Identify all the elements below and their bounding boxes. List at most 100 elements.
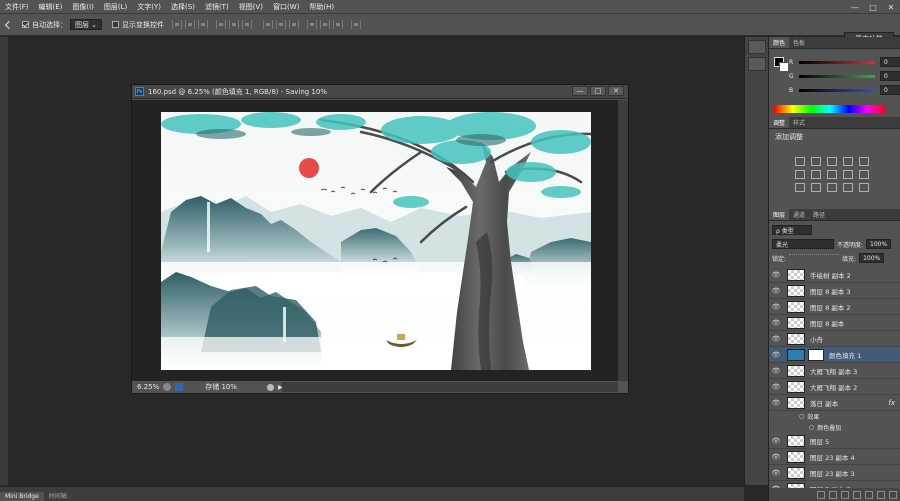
add-mask-icon[interactable] <box>841 490 849 499</box>
background-swatch[interactable] <box>779 62 789 72</box>
layer-row[interactable]: 👁 图层 8 副本 <box>769 315 900 331</box>
fill-input[interactable]: 100% <box>859 253 885 263</box>
blend-mode-dropdown[interactable]: 柔光 <box>772 239 834 249</box>
curves-icon[interactable] <box>827 157 837 166</box>
layer-row[interactable]: 👁 落日 副本 fx <box>769 395 900 411</box>
layer-kind-filter[interactable]: ρ 类型 <box>772 225 812 235</box>
distribute-hcenter-icon[interactable] <box>320 20 330 29</box>
invert-icon[interactable] <box>795 183 805 192</box>
visibility-eye-icon[interactable]: 👁 <box>769 367 783 375</box>
menu-view[interactable]: 视图(V) <box>234 2 268 12</box>
photo-filter-icon[interactable] <box>843 170 853 179</box>
posterize-icon[interactable] <box>811 183 821 192</box>
canvas-area[interactable] <box>132 100 618 382</box>
red-slider[interactable] <box>799 60 875 64</box>
tab-color[interactable]: 颜色 <box>769 37 790 48</box>
maximize-button[interactable]: □ <box>864 0 882 14</box>
tab-layers[interactable]: 图层 <box>769 209 790 220</box>
black-white-icon[interactable] <box>827 170 837 179</box>
show-transform-checkbox[interactable] <box>112 21 119 28</box>
layer-row[interactable]: 👁 手绘树 副本 2 <box>769 267 900 283</box>
effects-row[interactable]: ○ 效果 <box>769 411 900 422</box>
red-value[interactable]: 0 <box>880 57 900 67</box>
tab-paths[interactable]: 路径 <box>809 209 829 220</box>
add-style-icon[interactable] <box>829 490 837 499</box>
new-adjustment-icon[interactable] <box>853 490 861 499</box>
brightness-icon[interactable] <box>795 157 805 166</box>
link-layers-icon[interactable] <box>817 490 825 499</box>
menu-file[interactable]: 文件(F) <box>0 2 34 12</box>
color-spectrum[interactable] <box>774 105 886 113</box>
new-layer-icon[interactable] <box>877 490 885 499</box>
color-overlay-row[interactable]: ○ 颜色叠加 <box>769 422 900 433</box>
distribute-right-icon[interactable] <box>333 20 343 29</box>
auto-align-icon[interactable] <box>351 20 361 29</box>
document-titlebar[interactable]: Ps 160.psd @ 6.25% (颜色填充 1, RGB/8) - Sav… <box>132 85 628 99</box>
visibility-eye-icon[interactable]: 👁 <box>769 271 783 279</box>
align-vcenter-icon[interactable] <box>185 20 195 29</box>
menu-layer[interactable]: 图层(L) <box>99 2 132 12</box>
doc-maximize-button[interactable]: □ <box>590 86 606 96</box>
tab-channels[interactable]: 通道 <box>789 209 809 220</box>
layer-row[interactable]: 👁 图层 5 <box>769 433 900 449</box>
distribute-left-icon[interactable] <box>307 20 317 29</box>
channel-mixer-icon[interactable] <box>859 170 869 179</box>
menu-window[interactable]: 窗口(W) <box>268 2 304 12</box>
blue-slider[interactable] <box>799 88 875 92</box>
move-tool-icon[interactable] <box>4 20 14 29</box>
doc-minimize-button[interactable]: — <box>572 86 588 96</box>
layer-row-selected[interactable]: 👁 颜色填充 1 <box>769 347 900 363</box>
eye-small-icon[interactable]: ○ <box>799 413 804 420</box>
tab-adjustments[interactable]: 调整 <box>769 117 790 128</box>
distribute-vcenter-icon[interactable] <box>276 20 286 29</box>
exposure-icon[interactable] <box>843 157 853 166</box>
menu-select[interactable]: 选择(S) <box>166 2 200 12</box>
close-button[interactable]: ✕ <box>882 0 900 14</box>
minimize-button[interactable]: — <box>846 0 864 14</box>
layer-row[interactable]: 👁 图层 23 副本 4 <box>769 449 900 465</box>
visibility-eye-icon[interactable]: 👁 <box>769 453 783 461</box>
properties-panel-icon[interactable] <box>748 57 766 71</box>
menu-type[interactable]: 文字(Y) <box>132 2 166 12</box>
visibility-eye-icon[interactable]: 👁 <box>769 383 783 391</box>
vertical-scrollbar[interactable] <box>617 100 628 382</box>
eye-small-icon[interactable]: ○ <box>809 424 814 431</box>
selective-color-icon[interactable] <box>859 183 869 192</box>
align-bottom-icon[interactable] <box>198 20 208 29</box>
visibility-eye-icon[interactable]: 👁 <box>769 335 783 343</box>
distribute-top-icon[interactable] <box>263 20 273 29</box>
hue-saturation-icon[interactable] <box>795 170 805 179</box>
lock-icons[interactable] <box>789 254 840 262</box>
align-left-icon[interactable] <box>216 20 226 29</box>
layer-row[interactable]: 👁 图层 8 副本 3 <box>769 283 900 299</box>
menu-edit[interactable]: 编辑(E) <box>34 2 68 12</box>
green-slider[interactable] <box>799 74 875 78</box>
blue-value[interactable]: 0 <box>880 85 900 95</box>
visibility-eye-icon[interactable]: 👁 <box>769 351 783 359</box>
color-balance-icon[interactable] <box>811 170 821 179</box>
layer-row[interactable]: 👁 大雁飞翔 副本 3 <box>769 363 900 379</box>
cancel-save-icon[interactable] <box>267 383 275 391</box>
levels-icon[interactable] <box>811 157 821 166</box>
auto-select-checkbox[interactable] <box>22 21 29 28</box>
horizontal-scrollbar[interactable] <box>282 382 618 392</box>
visibility-eye-icon[interactable]: 👁 <box>769 469 783 477</box>
delete-layer-icon[interactable] <box>889 490 897 499</box>
layer-row[interactable]: 👁 图层 23 副本 3 <box>769 465 900 481</box>
visibility-eye-icon[interactable]: 👁 <box>769 399 783 407</box>
history-panel-icon[interactable] <box>748 40 766 54</box>
layer-row[interactable]: 👁 大雁飞翔 副本 2 <box>769 379 900 395</box>
doc-close-button[interactable]: ✕ <box>608 86 624 96</box>
opacity-input[interactable]: 100% <box>866 239 892 249</box>
zoom-level[interactable]: 6.25% <box>137 383 159 391</box>
tab-timeline[interactable]: 时间轴 <box>44 490 72 501</box>
tab-swatches[interactable]: 色板 <box>789 37 809 48</box>
new-group-icon[interactable] <box>865 490 873 499</box>
visibility-eye-icon[interactable]: 👁 <box>769 437 783 445</box>
align-right-icon[interactable] <box>242 20 252 29</box>
artwork-canvas[interactable] <box>161 112 591 370</box>
vibrance-icon[interactable] <box>859 157 869 166</box>
green-value[interactable]: 0 <box>880 71 900 81</box>
align-hcenter-icon[interactable] <box>229 20 239 29</box>
menu-filter[interactable]: 滤镜(T) <box>200 2 234 12</box>
